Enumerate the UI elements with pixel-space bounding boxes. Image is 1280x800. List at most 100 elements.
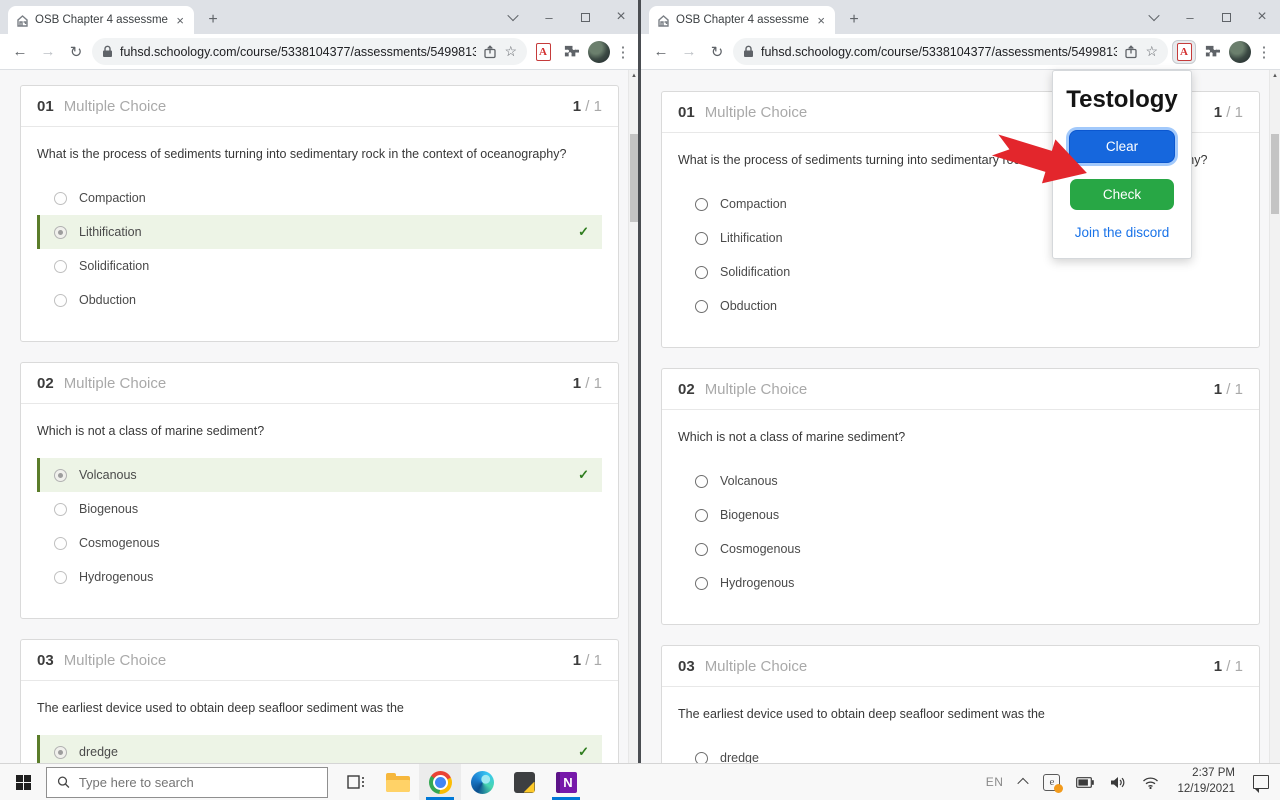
url-text[interactable]: fuhsd.schoology.com/course/5338104377/as… xyxy=(120,45,476,59)
minimize-button[interactable]: – xyxy=(531,0,567,34)
file-explorer-button[interactable] xyxy=(377,764,419,800)
edge-taskbar-button[interactable] xyxy=(461,764,503,800)
testology-extension-icon[interactable]: A xyxy=(531,40,555,64)
minimize-button[interactable]: – xyxy=(1172,0,1208,34)
new-tab-button[interactable]: + xyxy=(841,7,867,33)
onenote-taskbar-button[interactable]: N xyxy=(545,764,587,800)
battery-button[interactable] xyxy=(1069,764,1101,800)
answer-option[interactable]: Compaction xyxy=(37,181,602,215)
close-window-button[interactable]: × xyxy=(1244,0,1280,34)
radio-unselected-icon[interactable] xyxy=(695,543,708,556)
check-button[interactable]: Check xyxy=(1070,179,1174,210)
avatar-image xyxy=(588,41,610,63)
answer-option[interactable]: Solidification xyxy=(678,255,1243,289)
bookmark-star-icon[interactable]: ☆ xyxy=(1145,43,1158,60)
chrome-icon xyxy=(429,771,452,794)
radio-unselected-icon[interactable] xyxy=(695,475,708,488)
action-center-button[interactable] xyxy=(1246,764,1276,800)
radio-unselected-icon[interactable] xyxy=(54,503,67,516)
tab-close-icon[interactable]: × xyxy=(815,14,827,27)
radio-unselected-icon[interactable] xyxy=(695,577,708,590)
back-button[interactable]: ← xyxy=(8,43,32,60)
answer-option-selected[interactable]: Volcanous ✓ xyxy=(37,458,602,492)
browser-tab[interactable]: OSB Chapter 4 assessment | Schoology × xyxy=(649,6,835,34)
taskbar-clock[interactable]: 2:37 PM 12/19/2021 xyxy=(1168,766,1244,797)
answer-option[interactable]: Cosmogenous xyxy=(37,526,602,560)
answer-option[interactable]: Hydrogenous xyxy=(37,560,602,594)
url-text[interactable]: fuhsd.schoology.com/course/5338104377/as… xyxy=(761,45,1117,59)
forward-button[interactable]: → xyxy=(36,43,60,60)
bookmark-star-icon[interactable]: ☆ xyxy=(504,43,517,60)
new-tab-button[interactable]: + xyxy=(200,7,226,33)
wifi-button[interactable] xyxy=(1135,764,1166,800)
radio-unselected-icon[interactable] xyxy=(54,571,67,584)
answer-option[interactable]: Volcanous xyxy=(678,464,1243,498)
tab-strip: OSB Chapter 4 assessment | Schoology × +… xyxy=(0,0,639,34)
start-button[interactable] xyxy=(0,764,46,800)
radio-unselected-icon[interactable] xyxy=(695,266,708,279)
extensions-puzzle-icon[interactable] xyxy=(559,40,583,64)
share-icon[interactable] xyxy=(1124,45,1138,59)
extensions-puzzle-icon[interactable] xyxy=(1200,40,1224,64)
taskbar: N EN e 2:37 PM 12/19/2021 xyxy=(0,763,1280,800)
answer-option[interactable]: dredge xyxy=(678,741,1243,763)
tray-expand-button[interactable] xyxy=(1012,764,1034,800)
scrollbar-up-icon[interactable]: ▲ xyxy=(1270,70,1280,83)
tab-search-button[interactable] xyxy=(1136,0,1172,34)
forward-button[interactable]: → xyxy=(677,43,701,60)
address-bar[interactable]: fuhsd.schoology.com/course/5338104377/as… xyxy=(92,38,527,65)
join-discord-link[interactable]: Join the discord xyxy=(1075,225,1170,240)
search-input[interactable] xyxy=(79,775,317,790)
reload-button[interactable]: ↻ xyxy=(705,43,729,61)
tray-app-button[interactable]: e xyxy=(1036,764,1067,800)
radio-unselected-icon[interactable] xyxy=(695,300,708,313)
maximize-button[interactable] xyxy=(1208,0,1244,34)
radio-unselected-icon[interactable] xyxy=(695,232,708,245)
address-bar[interactable]: fuhsd.schoology.com/course/5338104377/as… xyxy=(733,38,1168,65)
radio-unselected-icon[interactable] xyxy=(54,260,67,273)
radio-selected-icon[interactable] xyxy=(54,226,67,239)
radio-unselected-icon[interactable] xyxy=(695,509,708,522)
radio-unselected-icon[interactable] xyxy=(54,294,67,307)
scrollbar-thumb[interactable] xyxy=(630,134,638,222)
reload-button[interactable]: ↻ xyxy=(64,43,88,61)
tab-search-button[interactable] xyxy=(495,0,531,34)
answer-option-selected[interactable]: Lithification ✓ xyxy=(37,215,602,249)
share-icon[interactable] xyxy=(483,45,497,59)
answer-option[interactable]: Biogenous xyxy=(678,498,1243,532)
question-number: 01 xyxy=(37,98,54,115)
answer-option[interactable]: Solidification xyxy=(37,249,602,283)
answer-option[interactable]: Obduction xyxy=(37,283,602,317)
radio-unselected-icon[interactable] xyxy=(695,752,708,764)
answer-option[interactable]: Biogenous xyxy=(37,492,602,526)
answer-option[interactable]: Obduction xyxy=(678,289,1243,323)
scrollbar-thumb[interactable] xyxy=(1271,134,1279,214)
volume-button[interactable] xyxy=(1103,764,1133,800)
language-indicator[interactable]: EN xyxy=(979,764,1011,800)
radio-unselected-icon[interactable] xyxy=(695,198,708,211)
taskbar-search[interactable] xyxy=(46,767,328,798)
profile-avatar[interactable] xyxy=(587,40,611,64)
tab-close-icon[interactable]: × xyxy=(174,14,186,27)
question-text: The earliest device used to obtain deep … xyxy=(37,701,602,715)
sticky-notes-button[interactable] xyxy=(503,764,545,800)
answer-option-selected[interactable]: dredge ✓ xyxy=(37,735,602,763)
scrollbar[interactable]: ▲ xyxy=(1269,70,1280,763)
testology-extension-icon-active[interactable]: A xyxy=(1172,40,1196,64)
browser-menu-icon[interactable]: ⋮ xyxy=(1256,43,1272,61)
profile-avatar[interactable] xyxy=(1228,40,1252,64)
answer-option[interactable]: Cosmogenous xyxy=(678,532,1243,566)
back-button[interactable]: ← xyxy=(649,43,673,60)
radio-unselected-icon[interactable] xyxy=(54,192,67,205)
browser-tab[interactable]: OSB Chapter 4 assessment | Schoology × xyxy=(8,6,194,34)
maximize-button[interactable] xyxy=(567,0,603,34)
radio-selected-icon[interactable] xyxy=(54,469,67,482)
browser-menu-icon[interactable]: ⋮ xyxy=(615,43,631,61)
question-header: 03 Multiple Choice 1 / 1 xyxy=(21,640,618,681)
answer-option[interactable]: Hydrogenous xyxy=(678,566,1243,600)
close-window-button[interactable]: × xyxy=(603,0,639,34)
chrome-taskbar-button[interactable] xyxy=(419,764,461,800)
radio-selected-icon[interactable] xyxy=(54,746,67,759)
radio-unselected-icon[interactable] xyxy=(54,537,67,550)
task-view-button[interactable] xyxy=(335,764,377,800)
